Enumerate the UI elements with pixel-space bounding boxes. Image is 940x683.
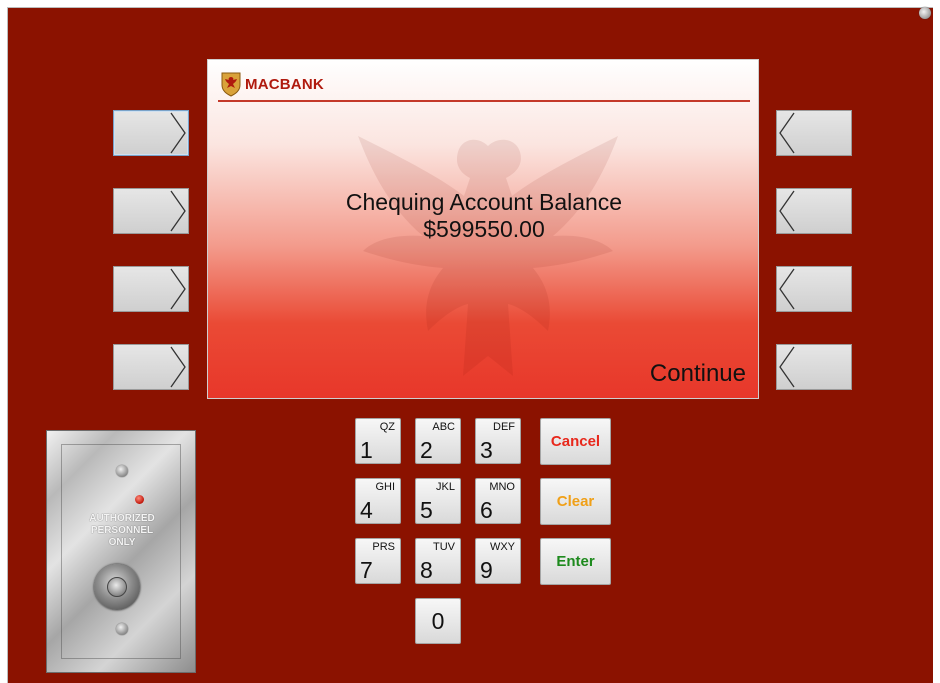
key-digit: 2: [420, 437, 433, 463]
atm-screen: MACBANK Chequing Account Balance $599550…: [207, 59, 759, 399]
screw-icon: [116, 623, 128, 635]
right-side-button-4[interactable]: [776, 344, 852, 390]
key-digit: 6: [480, 497, 493, 523]
key-digit: 5: [420, 497, 433, 523]
key-letters: ABC: [432, 421, 455, 433]
key-digit: 4: [360, 497, 373, 523]
key-letters: GHI: [375, 481, 395, 493]
key-0[interactable]: 0: [415, 598, 461, 644]
right-side-button-1[interactable]: [776, 110, 852, 156]
plate-line-3: ONLY: [108, 537, 136, 548]
key-6[interactable]: 6 MNO: [475, 478, 521, 524]
key-5[interactable]: 5 JKL: [415, 478, 461, 524]
header-divider: [218, 100, 750, 102]
lock-cylinder: [107, 577, 127, 597]
enter-button[interactable]: Enter: [540, 538, 611, 585]
key-2[interactable]: 2 ABC: [415, 418, 461, 464]
cancel-button[interactable]: Cancel: [540, 418, 611, 465]
chevron-left-icon: [779, 112, 795, 154]
key-4[interactable]: 4 GHI: [355, 478, 401, 524]
chevron-left-icon: [779, 268, 795, 310]
eagle-watermark-icon: [358, 136, 618, 376]
left-side-button-3[interactable]: [113, 266, 189, 312]
key-7[interactable]: 7 PRS: [355, 538, 401, 584]
chevron-right-icon: [170, 190, 186, 232]
left-side-button-4[interactable]: [113, 344, 189, 390]
chevron-left-icon: [779, 346, 795, 388]
key-9[interactable]: 9 WXY: [475, 538, 521, 584]
key-letters: JKL: [436, 481, 455, 493]
continue-option[interactable]: Continue: [650, 360, 746, 388]
plate-line-2: PERSONNEL: [90, 525, 154, 536]
clear-button[interactable]: Clear: [540, 478, 611, 525]
eagle-shield-icon: [221, 72, 241, 97]
key-digit: 1: [360, 437, 373, 463]
key-letters: QZ: [379, 421, 395, 433]
key-digit: 8: [420, 557, 433, 583]
right-side-button-3[interactable]: [776, 266, 852, 312]
status-led-icon: [135, 495, 144, 504]
balance-amount: $599550.00: [423, 216, 545, 242]
authorized-key-plate: AUTHORIZED PERSONNEL ONLY: [46, 430, 196, 673]
key-digit: 0: [431, 608, 445, 634]
chevron-left-icon: [779, 190, 795, 232]
key-lock-icon[interactable]: [94, 564, 140, 610]
key-8[interactable]: 8 TUV: [415, 538, 461, 584]
key-letters: DEF: [493, 421, 515, 433]
chevron-right-icon: [170, 268, 186, 310]
key-1[interactable]: 1 QZ: [355, 418, 401, 464]
left-side-button-1[interactable]: [113, 110, 189, 156]
screw-icon: [116, 465, 128, 477]
key-letters: MNO: [489, 481, 515, 493]
key-letters: PRS: [372, 541, 395, 553]
right-side-button-2[interactable]: [776, 188, 852, 234]
key-digit: 7: [360, 557, 373, 583]
brand-header: MACBANK: [220, 70, 324, 98]
key-digit: 3: [480, 437, 493, 463]
balance-title: Chequing Account Balance: [345, 189, 623, 215]
key-3[interactable]: 3 DEF: [475, 418, 521, 464]
chevron-right-icon: [170, 112, 186, 154]
brand-name: MACBANK: [245, 75, 324, 93]
left-side-button-2[interactable]: [113, 188, 189, 234]
plate-line-1: AUTHORIZED: [89, 513, 155, 524]
chevron-right-icon: [170, 346, 186, 388]
key-digit: 9: [480, 557, 493, 583]
corner-indicator-icon: [919, 7, 931, 19]
key-letters: TUV: [433, 541, 455, 553]
key-letters: WXY: [489, 541, 515, 553]
